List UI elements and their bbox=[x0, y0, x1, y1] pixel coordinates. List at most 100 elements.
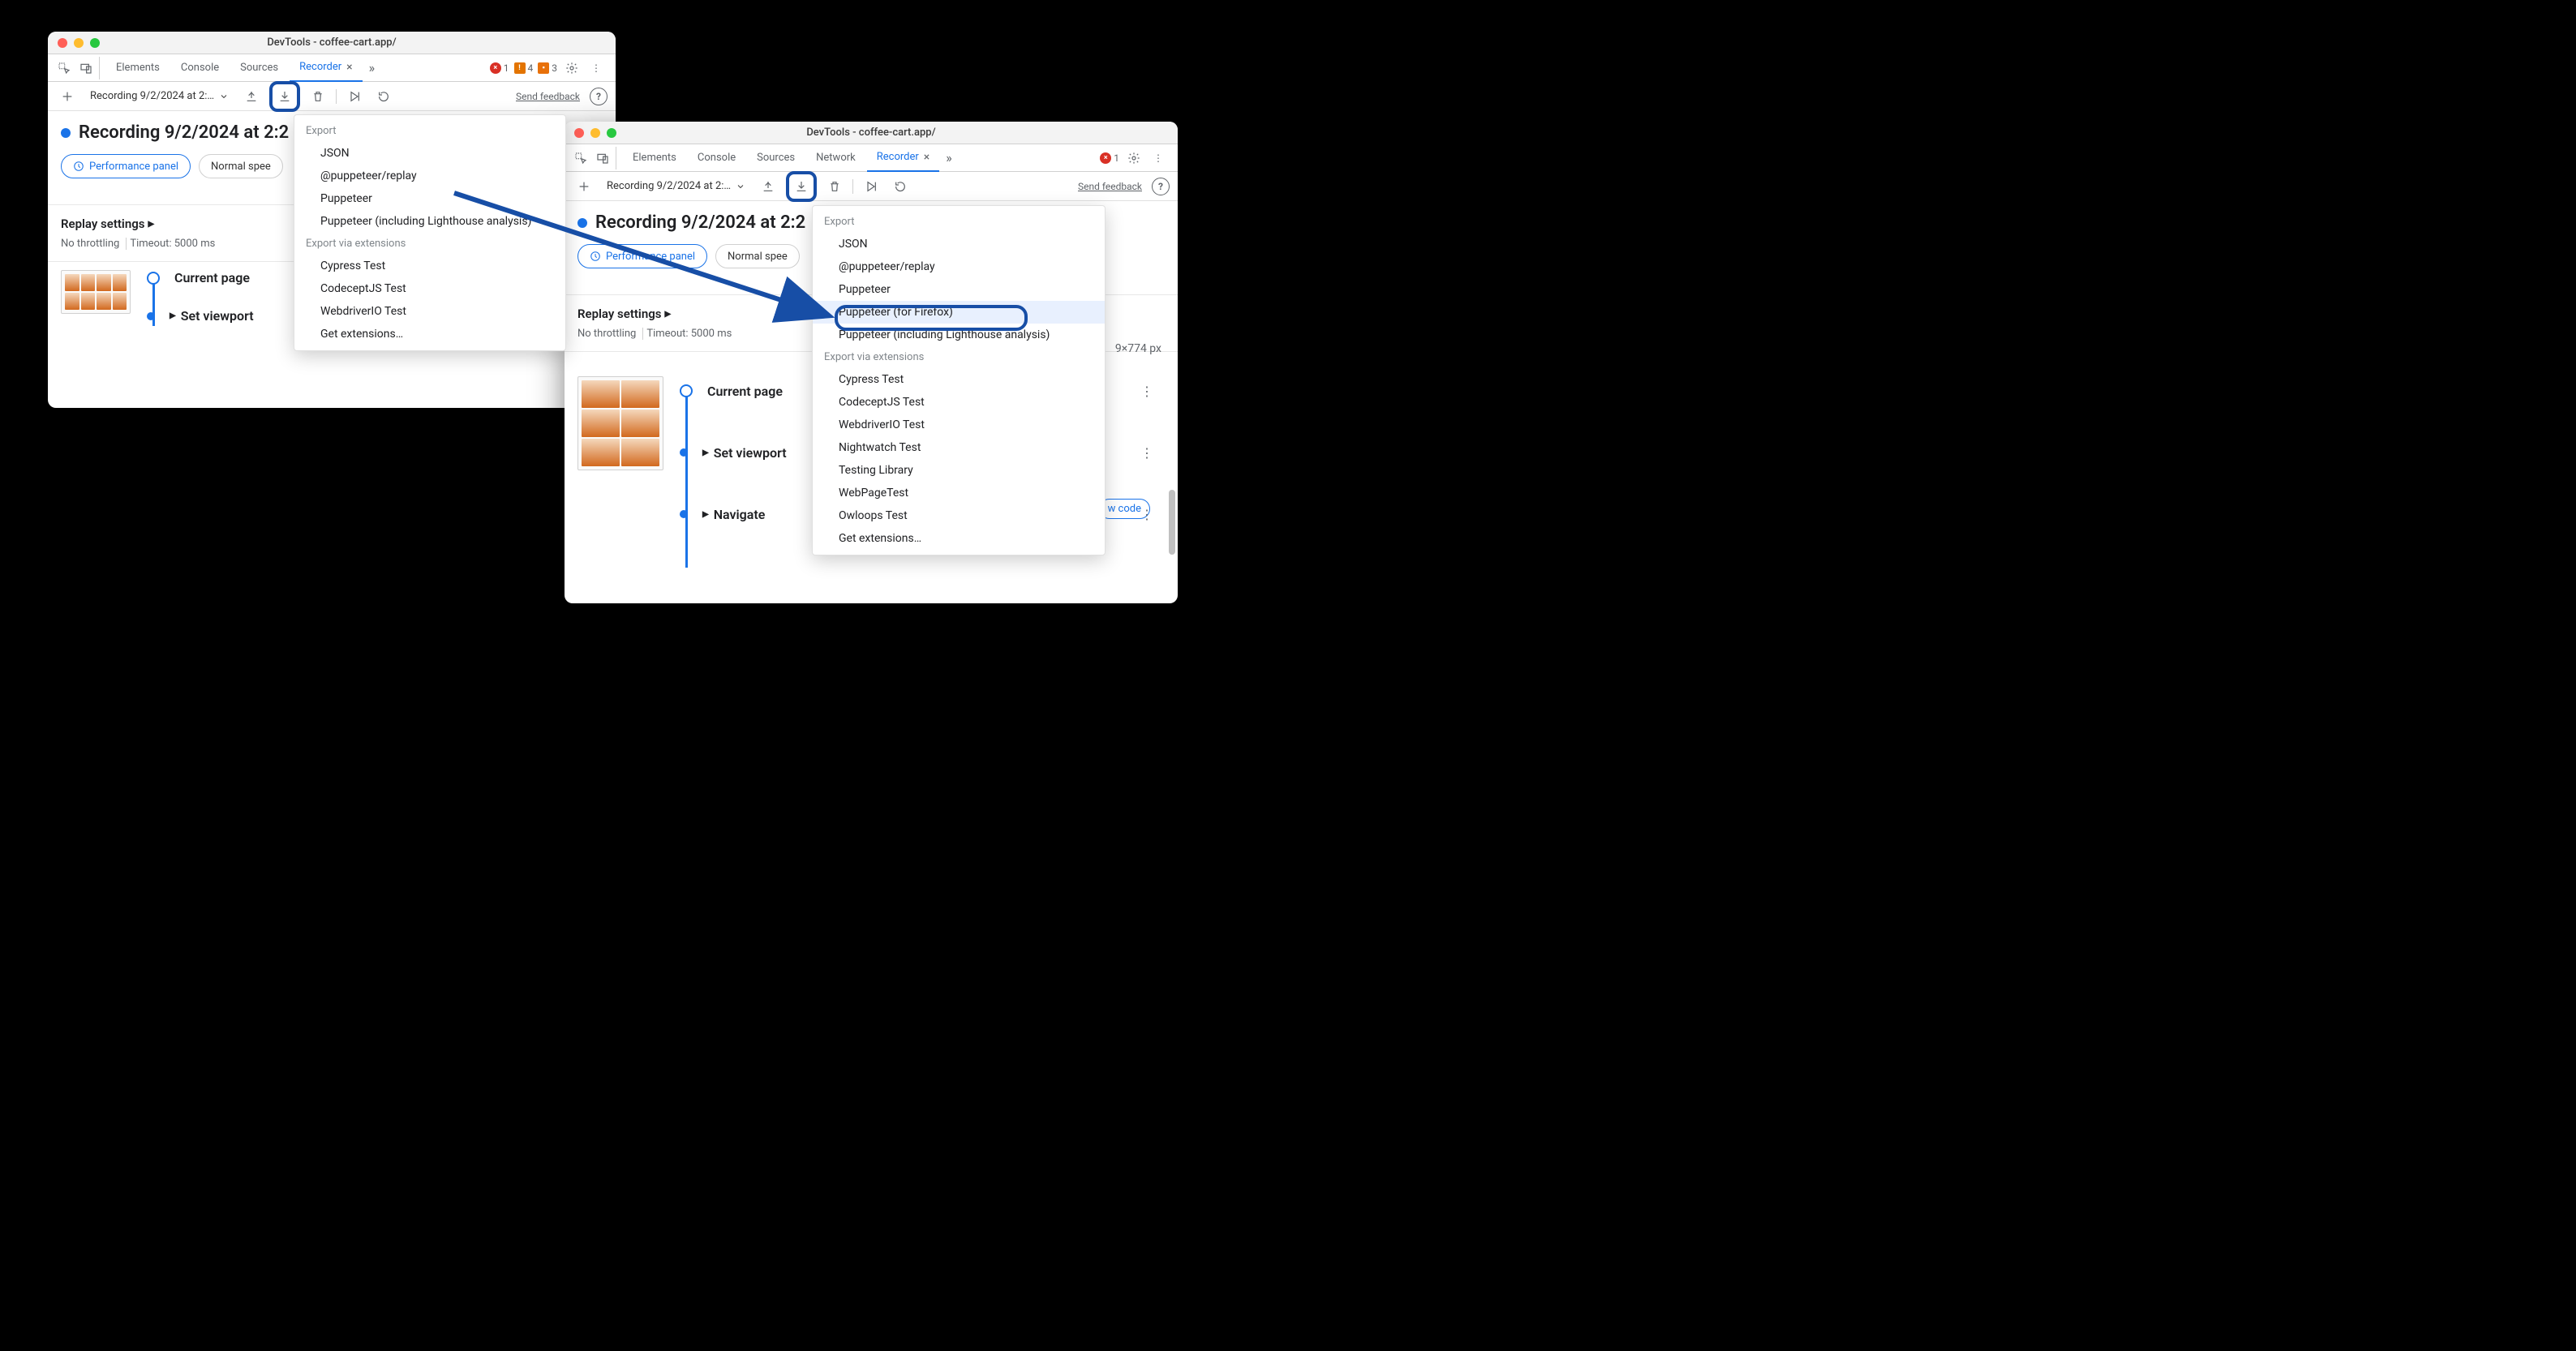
send-feedback-link[interactable]: Send feedback bbox=[1078, 181, 1142, 192]
device-icon[interactable] bbox=[77, 57, 100, 79]
step-set-viewport[interactable]: ▶Set viewport bbox=[147, 308, 254, 324]
export-json[interactable]: JSON bbox=[813, 233, 1105, 255]
recording-selector[interactable]: Recording 9/2/2024 at 2:… bbox=[602, 180, 750, 192]
inspect-icon[interactable] bbox=[53, 57, 75, 79]
export-webpagetest[interactable]: WebPageTest bbox=[813, 482, 1105, 504]
more-tabs-icon[interactable]: » bbox=[941, 150, 957, 165]
export-puppeteer-replay[interactable]: @puppeteer/replay bbox=[294, 165, 565, 187]
tab-console[interactable]: Console bbox=[171, 54, 229, 82]
delete-button[interactable] bbox=[307, 85, 329, 108]
scrollbar[interactable] bbox=[1169, 490, 1175, 555]
close-icon[interactable]: × bbox=[346, 61, 352, 74]
replay-button[interactable] bbox=[860, 175, 882, 198]
export-puppeteer-lighthouse[interactable]: Puppeteer (including Lighthouse analysis… bbox=[294, 210, 565, 233]
import-button[interactable] bbox=[240, 85, 263, 108]
export-puppeteer-lighthouse[interactable]: Puppeteer (including Lighthouse analysis… bbox=[813, 324, 1105, 346]
tab-sources[interactable]: Sources bbox=[230, 54, 288, 82]
tab-sources[interactable]: Sources bbox=[747, 144, 805, 172]
export-webdriverio[interactable]: WebdriverIO Test bbox=[294, 300, 565, 323]
export-menu-before: Export JSON @puppeteer/replay Puppeteer … bbox=[294, 114, 566, 351]
export-nightwatch[interactable]: Nightwatch Test bbox=[813, 436, 1105, 459]
page-thumbnail bbox=[61, 270, 131, 314]
tab-elements[interactable]: Elements bbox=[106, 54, 170, 82]
step-current-page[interactable]: Current page bbox=[147, 270, 254, 285]
performance-panel-chip[interactable]: Performance panel bbox=[577, 244, 707, 268]
step-kebab-icon[interactable]: ⋮ bbox=[1137, 504, 1157, 524]
inspect-icon[interactable] bbox=[569, 147, 592, 169]
step-button[interactable] bbox=[889, 175, 912, 198]
export-codeceptjs[interactable]: CodeceptJS Test bbox=[294, 277, 565, 300]
export-highlight bbox=[269, 81, 300, 112]
minimize-dot[interactable] bbox=[590, 128, 600, 138]
performance-panel-chip[interactable]: Performance panel bbox=[61, 154, 191, 178]
speed-chip[interactable]: Normal spee bbox=[199, 154, 283, 178]
status-warnings[interactable]: !4 bbox=[514, 62, 534, 74]
export-puppeteer[interactable]: Puppeteer bbox=[813, 278, 1105, 301]
export-ext-header: Export via extensions bbox=[813, 346, 1105, 368]
export-codeceptjs[interactable]: CodeceptJS Test bbox=[813, 391, 1105, 414]
export-puppeteer-firefox[interactable]: Puppeteer (for Firefox) bbox=[813, 301, 1105, 324]
zoom-dot[interactable] bbox=[90, 38, 100, 48]
new-recording-button[interactable] bbox=[573, 175, 595, 198]
export-owloops[interactable]: Owloops Test bbox=[813, 504, 1105, 527]
bullet-icon bbox=[577, 218, 587, 228]
tab-recorder[interactable]: Recorder× bbox=[290, 54, 363, 82]
tab-recorder[interactable]: Recorder× bbox=[867, 144, 940, 172]
tab-console[interactable]: Console bbox=[688, 144, 745, 172]
export-json[interactable]: JSON bbox=[294, 142, 565, 165]
step-kebab-icon[interactable]: ⋮ bbox=[1137, 443, 1157, 462]
replay-button[interactable] bbox=[343, 85, 366, 108]
close-dot[interactable] bbox=[574, 128, 584, 138]
new-recording-button[interactable] bbox=[56, 85, 79, 108]
zoom-dot[interactable] bbox=[607, 128, 616, 138]
bullet-icon bbox=[61, 128, 71, 138]
help-icon[interactable]: ? bbox=[1152, 178, 1170, 195]
kebab-icon[interactable]: ⋮ bbox=[586, 58, 606, 78]
help-icon[interactable]: ? bbox=[590, 88, 608, 105]
get-extensions[interactable]: Get extensions… bbox=[813, 527, 1105, 550]
toolbar-divider bbox=[336, 89, 337, 104]
minimize-dot[interactable] bbox=[74, 38, 84, 48]
page-thumbnail bbox=[577, 376, 663, 470]
status-issues[interactable]: ▪3 bbox=[538, 62, 557, 74]
export-puppeteer-replay[interactable]: @puppeteer/replay bbox=[813, 255, 1105, 278]
window-title: DevTools - coffee-cart.app/ bbox=[574, 127, 1168, 139]
export-cypress[interactable]: Cypress Test bbox=[294, 255, 565, 277]
timeline-marker bbox=[680, 448, 688, 457]
export-button[interactable] bbox=[273, 85, 296, 108]
export-puppeteer[interactable]: Puppeteer bbox=[294, 187, 565, 210]
viewport-dimensions: 9×774 px bbox=[1115, 342, 1161, 355]
speed-chip[interactable]: Normal spee bbox=[715, 244, 800, 268]
tab-elements[interactable]: Elements bbox=[623, 144, 686, 172]
export-webdriverio[interactable]: WebdriverIO Test bbox=[813, 414, 1105, 436]
step-label: ▶Set viewport bbox=[170, 308, 254, 324]
recording-selector[interactable]: Recording 9/2/2024 at 2:… bbox=[85, 90, 234, 102]
export-button[interactable] bbox=[790, 175, 813, 198]
step-kebab-icon[interactable]: ⋮ bbox=[1137, 381, 1157, 401]
get-extensions[interactable]: Get extensions… bbox=[294, 323, 565, 345]
status-errors[interactable]: ×1 bbox=[490, 62, 509, 74]
step-label: Current page bbox=[174, 270, 250, 285]
gear-icon[interactable] bbox=[562, 58, 582, 78]
kebab-icon[interactable]: ⋮ bbox=[1148, 148, 1168, 168]
close-dot[interactable] bbox=[58, 38, 67, 48]
export-header: Export bbox=[294, 120, 565, 142]
chevron-right-icon: ▶ bbox=[170, 311, 176, 320]
tab-network[interactable]: Network bbox=[806, 144, 865, 172]
status-bar: ×1 !4 ▪3 ⋮ bbox=[490, 58, 611, 78]
toolbar-divider bbox=[852, 179, 853, 194]
recorder-toolbar: Recording 9/2/2024 at 2:… Send feedback … bbox=[48, 82, 616, 111]
step-label: Current page bbox=[707, 384, 783, 399]
status-errors[interactable]: ×1 bbox=[1100, 152, 1119, 164]
chevron-right-icon: ▶ bbox=[702, 510, 709, 519]
send-feedback-link[interactable]: Send feedback bbox=[516, 91, 580, 102]
more-tabs-icon[interactable]: » bbox=[364, 60, 380, 75]
import-button[interactable] bbox=[757, 175, 779, 198]
export-cypress[interactable]: Cypress Test bbox=[813, 368, 1105, 391]
step-button[interactable] bbox=[372, 85, 395, 108]
delete-button[interactable] bbox=[823, 175, 846, 198]
close-icon[interactable]: × bbox=[924, 151, 930, 164]
gear-icon[interactable] bbox=[1124, 148, 1144, 168]
export-testing-library[interactable]: Testing Library bbox=[813, 459, 1105, 482]
device-icon[interactable] bbox=[594, 147, 616, 169]
